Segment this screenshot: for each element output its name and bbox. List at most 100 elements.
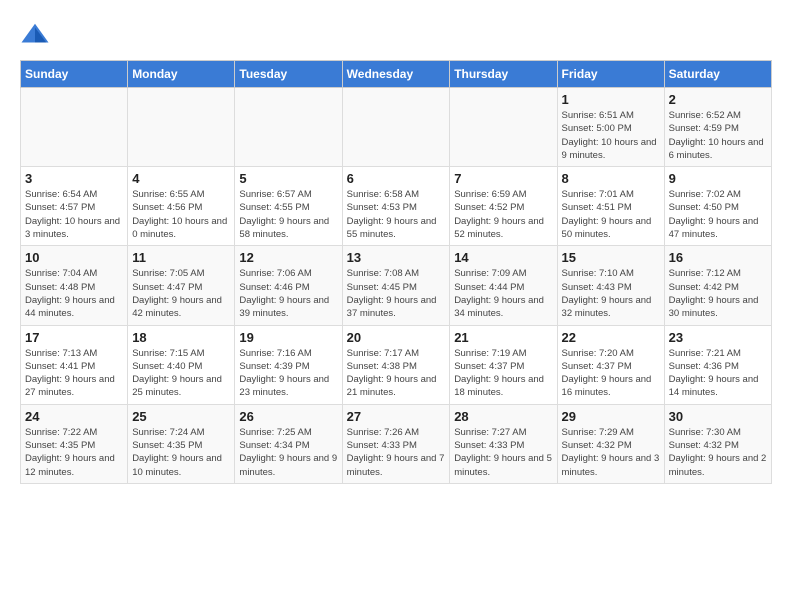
calendar-day-cell: 22 Sunrise: 7:20 AM Sunset: 4:37 PM Dayli… bbox=[557, 325, 664, 404]
calendar-day-cell: 13 Sunrise: 7:08 AM Sunset: 4:45 PM Dayli… bbox=[342, 246, 450, 325]
day-info: Sunrise: 7:13 AM Sunset: 4:41 PM Dayligh… bbox=[25, 347, 123, 400]
day-number: 2 bbox=[669, 92, 767, 107]
day-info: Sunrise: 7:17 AM Sunset: 4:38 PM Dayligh… bbox=[347, 347, 446, 400]
day-number: 13 bbox=[347, 250, 446, 265]
day-info: Sunrise: 7:01 AM Sunset: 4:51 PM Dayligh… bbox=[562, 188, 660, 241]
day-number: 10 bbox=[25, 250, 123, 265]
day-number: 22 bbox=[562, 330, 660, 345]
weekday-row: SundayMondayTuesdayWednesdayThursdayFrid… bbox=[21, 61, 772, 88]
calendar-day-cell: 9 Sunrise: 7:02 AM Sunset: 4:50 PM Daylig… bbox=[664, 167, 771, 246]
day-info: Sunrise: 7:05 AM Sunset: 4:47 PM Dayligh… bbox=[132, 267, 230, 320]
day-info: Sunrise: 7:09 AM Sunset: 4:44 PM Dayligh… bbox=[454, 267, 552, 320]
calendar-day-cell: 2 Sunrise: 6:52 AM Sunset: 4:59 PM Daylig… bbox=[664, 88, 771, 167]
calendar-day-cell: 24 Sunrise: 7:22 AM Sunset: 4:35 PM Dayli… bbox=[21, 404, 128, 483]
day-number: 17 bbox=[25, 330, 123, 345]
day-info: Sunrise: 6:59 AM Sunset: 4:52 PM Dayligh… bbox=[454, 188, 552, 241]
calendar-day-cell: 21 Sunrise: 7:19 AM Sunset: 4:37 PM Dayli… bbox=[450, 325, 557, 404]
calendar-day-cell: 8 Sunrise: 7:01 AM Sunset: 4:51 PM Daylig… bbox=[557, 167, 664, 246]
day-info: Sunrise: 6:55 AM Sunset: 4:56 PM Dayligh… bbox=[132, 188, 230, 241]
day-number: 8 bbox=[562, 171, 660, 186]
calendar-day-cell bbox=[342, 88, 450, 167]
day-number: 7 bbox=[454, 171, 552, 186]
day-number: 4 bbox=[132, 171, 230, 186]
day-info: Sunrise: 7:19 AM Sunset: 4:37 PM Dayligh… bbox=[454, 347, 552, 400]
day-info: Sunrise: 7:02 AM Sunset: 4:50 PM Dayligh… bbox=[669, 188, 767, 241]
day-info: Sunrise: 7:29 AM Sunset: 4:32 PM Dayligh… bbox=[562, 426, 660, 479]
day-number: 1 bbox=[562, 92, 660, 107]
day-info: Sunrise: 7:24 AM Sunset: 4:35 PM Dayligh… bbox=[132, 426, 230, 479]
calendar-day-cell: 4 Sunrise: 6:55 AM Sunset: 4:56 PM Daylig… bbox=[128, 167, 235, 246]
calendar-day-cell: 17 Sunrise: 7:13 AM Sunset: 4:41 PM Dayli… bbox=[21, 325, 128, 404]
day-number: 18 bbox=[132, 330, 230, 345]
day-info: Sunrise: 7:15 AM Sunset: 4:40 PM Dayligh… bbox=[132, 347, 230, 400]
day-number: 26 bbox=[239, 409, 337, 424]
weekday-header: Friday bbox=[557, 61, 664, 88]
day-info: Sunrise: 7:12 AM Sunset: 4:42 PM Dayligh… bbox=[669, 267, 767, 320]
calendar-day-cell: 19 Sunrise: 7:16 AM Sunset: 4:39 PM Dayli… bbox=[235, 325, 342, 404]
day-info: Sunrise: 6:52 AM Sunset: 4:59 PM Dayligh… bbox=[669, 109, 767, 162]
day-info: Sunrise: 6:57 AM Sunset: 4:55 PM Dayligh… bbox=[239, 188, 337, 241]
calendar-day-cell: 14 Sunrise: 7:09 AM Sunset: 4:44 PM Dayli… bbox=[450, 246, 557, 325]
day-info: Sunrise: 7:30 AM Sunset: 4:32 PM Dayligh… bbox=[669, 426, 767, 479]
calendar-day-cell: 5 Sunrise: 6:57 AM Sunset: 4:55 PM Daylig… bbox=[235, 167, 342, 246]
day-number: 16 bbox=[669, 250, 767, 265]
calendar-day-cell: 30Sunrise: 7:30 AM Sunset: 4:32 PM Dayli… bbox=[664, 404, 771, 483]
day-info: Sunrise: 7:25 AM Sunset: 4:34 PM Dayligh… bbox=[239, 426, 337, 479]
calendar-day-cell: 28 Sunrise: 7:27 AM Sunset: 4:33 PM Dayli… bbox=[450, 404, 557, 483]
day-number: 23 bbox=[669, 330, 767, 345]
calendar-day-cell: 18 Sunrise: 7:15 AM Sunset: 4:40 PM Dayli… bbox=[128, 325, 235, 404]
day-info: Sunrise: 7:22 AM Sunset: 4:35 PM Dayligh… bbox=[25, 426, 123, 479]
calendar-day-cell: 10 Sunrise: 7:04 AM Sunset: 4:48 PM Dayli… bbox=[21, 246, 128, 325]
day-number: 3 bbox=[25, 171, 123, 186]
day-info: Sunrise: 7:26 AM Sunset: 4:33 PM Dayligh… bbox=[347, 426, 446, 479]
day-number: 27 bbox=[347, 409, 446, 424]
logo-icon bbox=[20, 20, 50, 50]
calendar-header: SundayMondayTuesdayWednesdayThursdayFrid… bbox=[21, 61, 772, 88]
day-info: Sunrise: 7:04 AM Sunset: 4:48 PM Dayligh… bbox=[25, 267, 123, 320]
calendar-day-cell bbox=[21, 88, 128, 167]
day-number: 5 bbox=[239, 171, 337, 186]
day-number: 24 bbox=[25, 409, 123, 424]
day-number: 9 bbox=[669, 171, 767, 186]
page-header bbox=[20, 20, 772, 50]
calendar-day-cell: 7 Sunrise: 6:59 AM Sunset: 4:52 PM Daylig… bbox=[450, 167, 557, 246]
day-number: 21 bbox=[454, 330, 552, 345]
day-number: 19 bbox=[239, 330, 337, 345]
day-info: Sunrise: 6:54 AM Sunset: 4:57 PM Dayligh… bbox=[25, 188, 123, 241]
day-info: Sunrise: 7:08 AM Sunset: 4:45 PM Dayligh… bbox=[347, 267, 446, 320]
calendar-day-cell bbox=[235, 88, 342, 167]
calendar-day-cell: 16 Sunrise: 7:12 AM Sunset: 4:42 PM Dayli… bbox=[664, 246, 771, 325]
weekday-header: Thursday bbox=[450, 61, 557, 88]
logo bbox=[20, 20, 54, 50]
calendar-day-cell: 6 Sunrise: 6:58 AM Sunset: 4:53 PM Daylig… bbox=[342, 167, 450, 246]
calendar-week-row: 1 Sunrise: 6:51 AM Sunset: 5:00 PM Daylig… bbox=[21, 88, 772, 167]
day-number: 29 bbox=[562, 409, 660, 424]
calendar-day-cell: 26 Sunrise: 7:25 AM Sunset: 4:34 PM Dayli… bbox=[235, 404, 342, 483]
day-number: 6 bbox=[347, 171, 446, 186]
calendar-week-row: 17 Sunrise: 7:13 AM Sunset: 4:41 PM Dayli… bbox=[21, 325, 772, 404]
day-info: Sunrise: 7:20 AM Sunset: 4:37 PM Dayligh… bbox=[562, 347, 660, 400]
day-number: 12 bbox=[239, 250, 337, 265]
day-number: 25 bbox=[132, 409, 230, 424]
day-info: Sunrise: 6:51 AM Sunset: 5:00 PM Dayligh… bbox=[562, 109, 660, 162]
calendar-body: 1 Sunrise: 6:51 AM Sunset: 5:00 PM Daylig… bbox=[21, 88, 772, 484]
day-info: Sunrise: 7:06 AM Sunset: 4:46 PM Dayligh… bbox=[239, 267, 337, 320]
weekday-header: Monday bbox=[128, 61, 235, 88]
day-number: 28 bbox=[454, 409, 552, 424]
day-number: 20 bbox=[347, 330, 446, 345]
day-info: Sunrise: 7:16 AM Sunset: 4:39 PM Dayligh… bbox=[239, 347, 337, 400]
day-number: 15 bbox=[562, 250, 660, 265]
day-info: Sunrise: 7:27 AM Sunset: 4:33 PM Dayligh… bbox=[454, 426, 552, 479]
calendar-week-row: 10 Sunrise: 7:04 AM Sunset: 4:48 PM Dayli… bbox=[21, 246, 772, 325]
day-info: Sunrise: 6:58 AM Sunset: 4:53 PM Dayligh… bbox=[347, 188, 446, 241]
calendar-day-cell: 12 Sunrise: 7:06 AM Sunset: 4:46 PM Dayli… bbox=[235, 246, 342, 325]
calendar-week-row: 24 Sunrise: 7:22 AM Sunset: 4:35 PM Dayli… bbox=[21, 404, 772, 483]
weekday-header: Wednesday bbox=[342, 61, 450, 88]
day-number: 14 bbox=[454, 250, 552, 265]
calendar-day-cell bbox=[450, 88, 557, 167]
weekday-header: Saturday bbox=[664, 61, 771, 88]
calendar-day-cell: 15Sunrise: 7:10 AM Sunset: 4:43 PM Dayli… bbox=[557, 246, 664, 325]
calendar-day-cell: 1 Sunrise: 6:51 AM Sunset: 5:00 PM Daylig… bbox=[557, 88, 664, 167]
calendar-day-cell: 25 Sunrise: 7:24 AM Sunset: 4:35 PM Dayli… bbox=[128, 404, 235, 483]
calendar-day-cell: 3 Sunrise: 6:54 AM Sunset: 4:57 PM Daylig… bbox=[21, 167, 128, 246]
